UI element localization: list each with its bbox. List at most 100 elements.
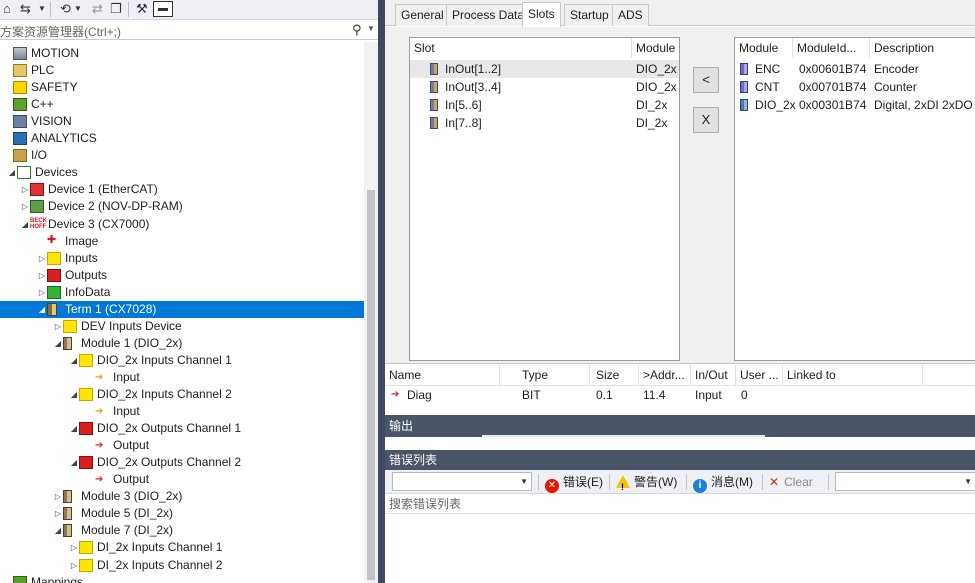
module-list[interactable]: Module ModuleId... Description ENC 0x0060… bbox=[734, 37, 975, 361]
column-module[interactable]: Module bbox=[735, 38, 793, 58]
messages-filter-button[interactable]: i 消息(M) bbox=[693, 472, 753, 493]
slot-row[interactable]: InOut[1..2] DIO_2x bbox=[410, 60, 679, 78]
tree-item[interactable]: SAFETY bbox=[0, 79, 364, 96]
tree-item[interactable]: ◢ Term 1 (CX7028) bbox=[0, 300, 364, 318]
module-description: Counter bbox=[874, 80, 917, 94]
column-in-out[interactable]: In/Out bbox=[691, 365, 736, 385]
module-row[interactable]: DIO_2x 0x00301B74 Digital, 2xDI 2xDO bbox=[735, 96, 975, 114]
pin-icon[interactable]: ▬ bbox=[153, 1, 173, 17]
column-name[interactable]: Name bbox=[385, 365, 500, 385]
tree-item[interactable]: ▷ DI_2x Inputs Channel 1 bbox=[0, 539, 364, 556]
column-module[interactable]: Module bbox=[632, 38, 679, 58]
module-id: 0x00301B74 bbox=[799, 98, 867, 112]
column-description[interactable]: Description bbox=[870, 38, 975, 58]
tree-item[interactable]: ▷ Outputs bbox=[0, 267, 364, 284]
output-panel-title[interactable]: 输出 bbox=[385, 415, 975, 437]
warnings-filter-label: 警告(W) bbox=[634, 475, 678, 489]
tab-startup[interactable]: Startup bbox=[564, 4, 615, 26]
remove-module-button[interactable]: X bbox=[693, 107, 719, 133]
search-input[interactable]: 方案资源管理器(Ctrl+;) bbox=[0, 23, 121, 40]
error-source-select[interactable]: ▼ bbox=[835, 472, 975, 491]
tree-item[interactable]: C++ bbox=[0, 96, 364, 113]
tree-item[interactable]: ▷ Device 1 (EtherCAT) bbox=[0, 181, 364, 198]
history-icon[interactable]: ⟲ bbox=[60, 0, 71, 18]
slot-row[interactable]: InOut[3..4] DIO_2x bbox=[410, 78, 679, 96]
tree-item[interactable]: ▷ DI_2x Inputs Channel 2 bbox=[0, 557, 364, 574]
tree-item[interactable]: ➔ Output bbox=[0, 437, 364, 454]
tree-item[interactable]: ◢ BECK HOFF Device 3 (CX7000) bbox=[0, 216, 364, 233]
module-row[interactable]: CNT 0x00701B74 Counter bbox=[735, 78, 975, 96]
tree-item[interactable]: Mappings bbox=[0, 574, 364, 583]
tab-slots[interactable]: Slots bbox=[522, 2, 561, 27]
tree-item[interactable]: PLC bbox=[0, 62, 364, 79]
column-module-id[interactable]: ModuleId... bbox=[793, 38, 870, 58]
error-search-input[interactable]: 搜索错误列表 bbox=[389, 497, 461, 511]
column-linked-to[interactable]: Linked to bbox=[783, 365, 923, 385]
tree-item[interactable]: ◢ Devices bbox=[0, 164, 364, 181]
wrench-icon[interactable]: ⚒ bbox=[136, 0, 148, 18]
errors-filter-label: 错误(E) bbox=[563, 475, 603, 489]
tree-item[interactable]: MOTION bbox=[0, 45, 364, 62]
tree-item[interactable]: ➔ Input bbox=[0, 403, 364, 420]
error-list-search[interactable]: 搜索错误列表 bbox=[385, 494, 975, 514]
column-slot[interactable]: Slot bbox=[410, 38, 632, 58]
table-row[interactable]: ➔ Diag BIT 0.1 11.4 Input 0 bbox=[385, 386, 975, 404]
chevron-down-icon[interactable]: ▼ bbox=[74, 0, 82, 18]
module-row[interactable]: ENC 0x00601B74 Encoder bbox=[735, 60, 975, 78]
insert-module-button[interactable]: < bbox=[693, 67, 719, 93]
search-icon[interactable]: ⚲ bbox=[352, 22, 362, 38]
tree-item[interactable]: ◢ DIO_2x Inputs Channel 2 bbox=[0, 386, 364, 403]
slot-row[interactable]: In[5..6] DI_2x bbox=[410, 96, 679, 114]
refresh-icon[interactable]: ⇄ bbox=[92, 0, 103, 18]
tree-item[interactable]: ▷ DEV Inputs Device bbox=[0, 318, 364, 335]
tree-item[interactable]: ◢ DIO_2x Outputs Channel 2 bbox=[0, 454, 364, 471]
errors-filter-button[interactable]: ✕ 错误(E) bbox=[545, 472, 603, 493]
tree-item[interactable]: ◢ Module 1 (DIO_2x) bbox=[0, 335, 364, 352]
tab-ads[interactable]: ADS bbox=[612, 4, 649, 26]
image-icon: ✚ bbox=[47, 233, 57, 246]
toolbar-separator bbox=[609, 474, 610, 490]
error-list-title[interactable]: 错误列表 bbox=[385, 450, 975, 470]
pane-splitter[interactable] bbox=[378, 0, 385, 583]
clear-button[interactable]: ✕ Clear bbox=[769, 472, 813, 492]
tree-item[interactable]: ANALYTICS bbox=[0, 130, 364, 147]
tree-item[interactable]: ◢ Module 7 (DI_2x) bbox=[0, 522, 364, 539]
tree-item[interactable]: ➔ Input bbox=[0, 369, 364, 386]
tree-item[interactable]: ▷ Module 3 (DIO_2x) bbox=[0, 488, 364, 505]
home-icon[interactable]: ⌂ bbox=[3, 0, 11, 18]
tree-item[interactable]: ◢ DIO_2x Inputs Channel 1 bbox=[0, 352, 364, 369]
column-type[interactable]: Type bbox=[518, 365, 590, 385]
column-user[interactable]: User ... bbox=[736, 365, 783, 385]
properties-icon[interactable]: ❐ bbox=[110, 0, 122, 18]
tree-item[interactable]: ▷ Module 5 (DI_2x) bbox=[0, 505, 364, 522]
tree-item[interactable]: ✚ Image bbox=[0, 233, 364, 250]
tree-item[interactable]: ▷ Device 2 (NOV-DP-RAM) bbox=[0, 198, 364, 215]
tree-item[interactable]: I/O bbox=[0, 147, 364, 164]
tree-item[interactable]: ➔ Output bbox=[0, 471, 364, 488]
tab-general[interactable]: General bbox=[395, 4, 450, 26]
explorer-toolbar: ⌂ ⇆ ▼ ⟲ ▼ ⇄ ❐ ⚒ ▬ bbox=[0, 0, 378, 20]
tab-process-data[interactable]: Process Data bbox=[446, 4, 531, 26]
explorer-search[interactable]: 方案资源管理器(Ctrl+;) ⚲ ▼ bbox=[0, 21, 378, 40]
tree-item[interactable]: VISION bbox=[0, 113, 364, 130]
slot-list[interactable]: Slot Module InOut[1..2] DIO_2x InOut[3..4]… bbox=[409, 37, 680, 361]
tree-item-label: Device 3 (CX7000) bbox=[48, 216, 150, 231]
error-scope-select[interactable]: ▼ bbox=[392, 472, 532, 491]
sync-icon[interactable]: ⇆ bbox=[20, 0, 31, 18]
tree-item[interactable]: ▷ InfoData bbox=[0, 284, 364, 301]
chevron-down-icon[interactable]: ▼ bbox=[38, 0, 46, 18]
analytics-icon bbox=[13, 132, 27, 146]
warnings-filter-button[interactable]: ! 警告(W) bbox=[616, 472, 677, 492]
tree-item[interactable]: ▷ Inputs bbox=[0, 250, 364, 267]
cx7000-icon: BECK HOFF bbox=[30, 217, 48, 231]
tree-item[interactable]: ◢ DIO_2x Outputs Channel 1 bbox=[0, 420, 364, 437]
tree-item-label: Module 5 (DI_2x) bbox=[81, 506, 174, 521]
column-size[interactable]: Size bbox=[592, 365, 639, 385]
column-address[interactable]: >Addr... bbox=[639, 365, 691, 385]
chevron-down-icon[interactable]: ▼ bbox=[367, 24, 375, 33]
slot-row[interactable]: In[7..8] DI_2x bbox=[410, 114, 679, 132]
tree-scrollbar[interactable] bbox=[364, 42, 378, 583]
slot-list-header: Slot Module bbox=[410, 38, 679, 58]
scrollbar-thumb[interactable] bbox=[367, 190, 375, 580]
tree-item-label: DIO_2x Outputs Channel 2 bbox=[97, 455, 242, 470]
